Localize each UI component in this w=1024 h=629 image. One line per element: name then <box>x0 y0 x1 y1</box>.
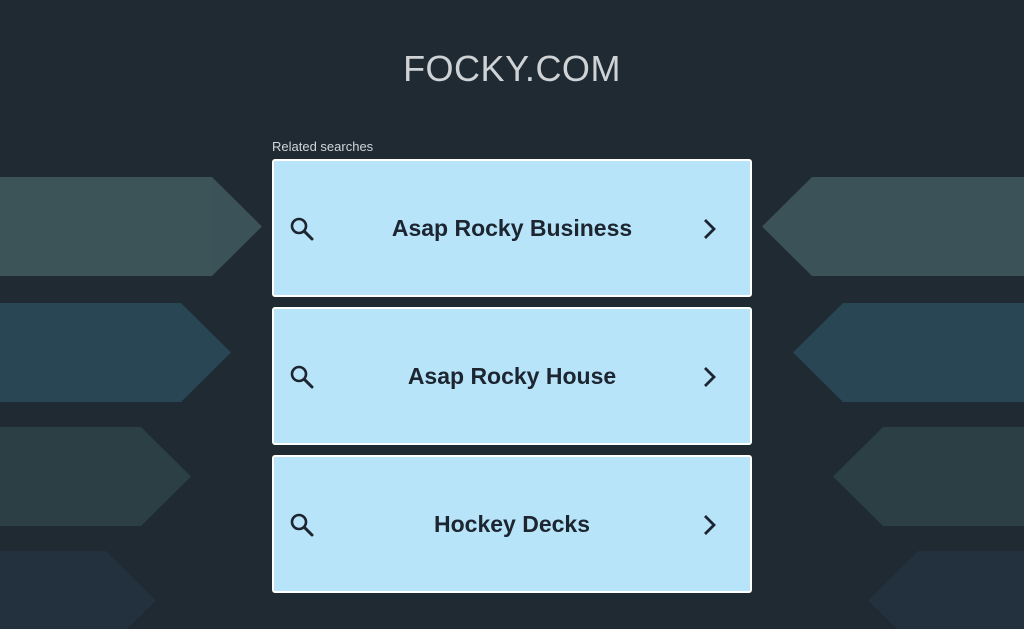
decorative-arrow-right-4 <box>868 551 1024 629</box>
related-searches-list: Asap Rocky Business Asap Rocky House Hoc… <box>272 159 752 603</box>
related-search-label: Asap Rocky Business <box>391 215 633 241</box>
chevron-right-icon <box>704 219 716 239</box>
decorative-arrow-right-1 <box>762 177 1024 276</box>
site-title: FOCKY.COM <box>403 48 621 89</box>
related-searches-label: Related searches <box>272 139 374 154</box>
related-search-link-asap-rocky-house[interactable]: Asap Rocky House <box>272 307 752 445</box>
related-search-label: Asap Rocky House <box>407 363 617 389</box>
related-search-link-hockey-decks[interactable]: Hockey Decks <box>272 455 752 593</box>
decorative-arrow-right-3 <box>833 427 1024 526</box>
decorative-arrow-left-2 <box>0 303 231 402</box>
decorative-arrow-left-4 <box>0 551 156 629</box>
decorative-arrow-left-3 <box>0 427 191 526</box>
chevron-right-icon <box>704 367 716 387</box>
page: FOCKY.COM Related searches Asap Rocky Bu… <box>0 0 1024 629</box>
search-icon <box>290 365 314 389</box>
chevron-right-icon <box>704 515 716 535</box>
related-search-label: Hockey Decks <box>434 511 590 537</box>
search-icon <box>290 513 314 537</box>
decorative-arrow-left-1 <box>0 177 262 276</box>
decorative-arrow-right-2 <box>793 303 1024 402</box>
related-search-link-asap-rocky-business[interactable]: Asap Rocky Business <box>272 159 752 297</box>
search-icon <box>290 217 314 241</box>
